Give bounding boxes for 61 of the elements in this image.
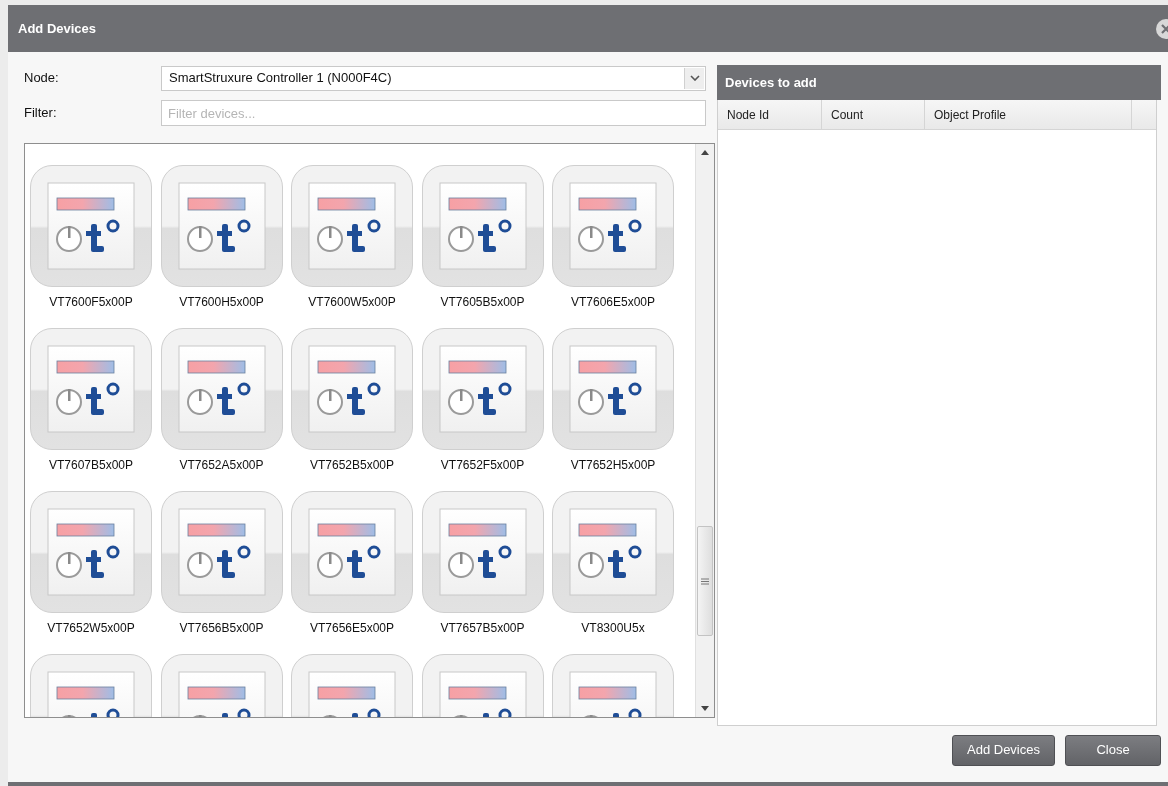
device-tile[interactable] xyxy=(291,328,413,450)
window-title: Add Devices xyxy=(18,19,97,38)
device-label: VT7652A5x00P xyxy=(179,457,264,474)
thermostat-icon xyxy=(308,345,396,433)
chevron-down-icon xyxy=(689,75,700,81)
device-tile[interactable] xyxy=(30,328,152,450)
device-tile[interactable] xyxy=(30,165,152,287)
device-label: VT7607B5x00P xyxy=(48,457,134,474)
device-tile[interactable] xyxy=(421,165,544,287)
device-tile[interactable] xyxy=(552,491,674,613)
device-label: VT7656E5x00P xyxy=(309,620,395,637)
thermostat-icon xyxy=(438,345,527,433)
device-label: VT7600H5x00P xyxy=(179,294,264,311)
device-tile[interactable] xyxy=(160,328,283,450)
scroll-down-icon[interactable] xyxy=(701,706,709,711)
thermostat-icon xyxy=(569,182,657,270)
thermostat-icon xyxy=(438,182,527,270)
scroll-up-icon[interactable] xyxy=(701,150,709,155)
device-label: VT7656B5x00P xyxy=(179,620,264,637)
device-label: VT7600W5x00P xyxy=(308,294,396,311)
device-tile[interactable] xyxy=(421,328,544,450)
device-tile[interactable] xyxy=(552,328,674,450)
device-label: VT7605B5x00P xyxy=(440,294,525,311)
device-label: VT7652B5x00P xyxy=(309,457,395,474)
device-label: VT7652H5x00P xyxy=(570,457,656,474)
panel-title: Devices to add xyxy=(725,73,817,92)
device-label: VT7652F5x00P xyxy=(440,457,525,474)
filter-label: Filter: xyxy=(24,104,58,123)
column-header[interactable]: Count xyxy=(822,100,925,129)
column-header[interactable]: Object Profile xyxy=(925,100,1132,129)
node-label: Node: xyxy=(24,69,60,88)
close-button[interactable]: Close xyxy=(1065,734,1161,766)
thermostat-icon xyxy=(308,508,396,596)
node-dropdown[interactable]: SmartStruxure Controller 1 (N000F4C) xyxy=(161,65,706,91)
thermostat-icon xyxy=(308,182,396,270)
device-label: VT7657B5x00P xyxy=(440,620,525,637)
thermostat-icon xyxy=(177,508,266,596)
device-label: VT7652W5x00P xyxy=(47,620,135,637)
scrollbar[interactable] xyxy=(695,144,714,717)
device-tile[interactable] xyxy=(552,165,674,287)
thermostat-icon xyxy=(47,508,135,596)
device-label: VT8300U5x xyxy=(581,620,645,637)
add-devices-button[interactable]: Add Devices xyxy=(952,734,1055,766)
thermostat-icon xyxy=(177,345,266,433)
thermostat-icon xyxy=(569,508,657,596)
scroll-thumb[interactable] xyxy=(697,526,713,636)
thermostat-icon xyxy=(47,345,135,433)
device-tile[interactable] xyxy=(160,491,283,613)
thermostat-icon xyxy=(438,508,527,596)
device-tile[interactable] xyxy=(291,165,413,287)
device-tile[interactable] xyxy=(421,491,544,613)
thermostat-icon xyxy=(177,182,266,270)
device-label: VT7600F5x00P xyxy=(49,294,133,311)
column-header[interactable]: Node Id xyxy=(718,100,822,129)
device-tile[interactable] xyxy=(30,491,152,613)
device-tile[interactable] xyxy=(291,491,413,613)
filter-field[interactable]: Filter devices... xyxy=(161,100,706,126)
thermostat-icon xyxy=(569,345,657,433)
device-label: VT7606E5x00P xyxy=(570,294,656,311)
thermostat-icon xyxy=(47,182,135,270)
device-tile[interactable] xyxy=(160,165,283,287)
